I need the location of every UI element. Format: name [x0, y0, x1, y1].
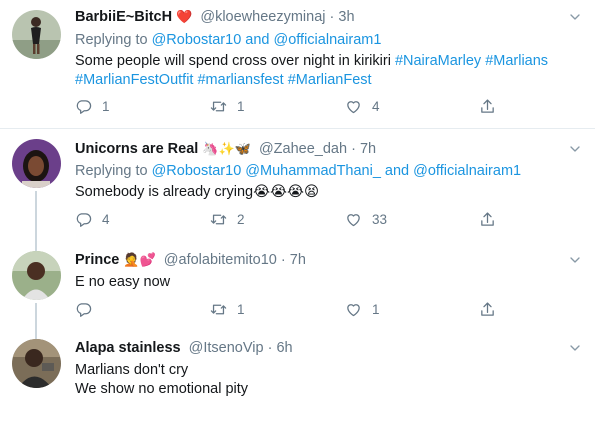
timestamp[interactable]: 7h: [290, 252, 306, 268]
hashtags-line-2[interactable]: #MarlianFestOutfit #marliansfest #Marlia…: [75, 72, 372, 88]
tweet-2[interactable]: Unicorns are Real 🦄✨🦋 @Zahee_dah · 7h Re…: [0, 129, 595, 237]
tweet-text: Marlians don't cry We show no emotional …: [75, 361, 585, 399]
handle[interactable]: @Zahee_dah: [259, 141, 347, 157]
reply-icon: [75, 211, 92, 228]
reply-icon: [75, 98, 92, 115]
retweet-button[interactable]: 1: [210, 97, 245, 115]
tweet-3[interactable]: Prince 🤦💕 @afolabitemito10 · 7h E no eas…: [0, 237, 595, 328]
like-button[interactable]: 4: [345, 97, 380, 115]
tweet-header: Alapa stainless @ItsenoVip · 6h: [75, 339, 293, 357]
display-name[interactable]: Alapa stainless: [75, 340, 181, 356]
caret-down-icon[interactable]: [567, 340, 583, 356]
retweet-icon: [210, 301, 227, 318]
tweet-header: Prince 🤦💕 @afolabitemito10 · 7h: [75, 251, 306, 269]
reply-button[interactable]: 4: [75, 210, 110, 228]
hashtags-line-1[interactable]: #NairaMarley #Marlians: [395, 53, 548, 69]
tweet-text-line-2: We show no emotional pity: [75, 381, 249, 397]
reply-count: 4: [102, 211, 110, 227]
retweet-icon: [210, 211, 227, 228]
like-button[interactable]: 1: [345, 300, 380, 318]
replying-prefix: Replying to: [75, 32, 148, 48]
separator: ·: [329, 9, 335, 25]
tweet-4[interactable]: Alapa stainless @ItsenoVip · 6h Marlians…: [0, 328, 595, 433]
tweet-actions: 1 1: [75, 300, 515, 318]
replying-to: Replying to @Robostar10 and @officialnai…: [75, 31, 381, 49]
retweet-button[interactable]: 2: [210, 210, 245, 228]
tweet-text: Some people will spend cross over night …: [75, 52, 585, 90]
name-emoji: 🤦💕: [123, 252, 156, 267]
tweet-text-line-1: Marlians don't cry: [75, 362, 189, 378]
share-button[interactable]: [479, 97, 496, 115]
thread-line: [35, 191, 37, 237]
like-icon: [345, 211, 362, 228]
like-count: 1: [372, 301, 380, 317]
share-button[interactable]: [479, 300, 496, 318]
tweet-actions: 1 1 4: [75, 97, 515, 115]
timestamp[interactable]: 7h: [360, 141, 376, 157]
replying-to-link[interactable]: @Robostar10 and @officialnairam1: [152, 32, 382, 48]
retweet-button[interactable]: 1: [210, 300, 245, 318]
retweet-count: 1: [237, 301, 245, 317]
retweet-count: 2: [237, 211, 245, 227]
tweet-1[interactable]: BarbiiE~BitcH ❤️ @kloewheezyminaj · 3h R…: [0, 0, 595, 128]
timestamp[interactable]: 6h: [276, 340, 292, 356]
handle[interactable]: @ItsenoVip: [189, 340, 264, 356]
share-button[interactable]: [479, 210, 496, 228]
name-emoji: 🦄✨🦋: [202, 141, 251, 156]
avatar[interactable]: [12, 339, 61, 388]
reply-icon: [75, 301, 92, 318]
caret-down-icon[interactable]: [567, 9, 583, 25]
display-name[interactable]: BarbiiE~BitcH: [75, 9, 172, 25]
like-button[interactable]: 33: [345, 210, 387, 228]
replying-to: Replying to @Robostar10 @MuhammadThani_ …: [75, 162, 521, 180]
replying-to-link[interactable]: @Robostar10 @MuhammadThani_ and @officia…: [152, 163, 522, 179]
reply-count: 1: [102, 98, 110, 114]
tweet-header: BarbiiE~BitcH ❤️ @kloewheezyminaj · 3h: [75, 8, 355, 26]
timestamp[interactable]: 3h: [338, 9, 354, 25]
share-icon: [479, 301, 496, 318]
like-count: 33: [372, 211, 388, 227]
tweet-text-plain: Some people will spend cross over night …: [75, 53, 391, 69]
like-icon: [345, 301, 362, 318]
share-icon: [479, 211, 496, 228]
reply-button[interactable]: 1: [75, 97, 110, 115]
tweet-actions: 4 2 33: [75, 210, 515, 228]
tweet-text: Somebody is already crying😭😭😭😫: [75, 184, 320, 200]
separator: ·: [351, 141, 356, 157]
handle[interactable]: @afolabitemito10: [164, 252, 277, 268]
retweet-icon: [210, 98, 227, 115]
name-emoji: ❤️: [176, 9, 193, 24]
share-icon: [479, 98, 496, 115]
separator: ·: [280, 252, 286, 268]
avatar[interactable]: [12, 10, 61, 59]
thread-line: [35, 303, 37, 328]
reply-button[interactable]: [75, 300, 102, 318]
display-name[interactable]: Prince: [75, 252, 119, 268]
like-icon: [345, 98, 362, 115]
tweet-header: Unicorns are Real 🦄✨🦋 @Zahee_dah · 7h: [75, 140, 376, 158]
replying-prefix: Replying to: [75, 163, 148, 179]
avatar[interactable]: [12, 251, 61, 300]
caret-down-icon[interactable]: [567, 141, 583, 157]
like-count: 4: [372, 98, 380, 114]
tweet-text: E no easy now: [75, 274, 171, 290]
retweet-count: 1: [237, 98, 245, 114]
thread-line: [35, 237, 37, 251]
thread-line: [35, 328, 37, 339]
display-name[interactable]: Unicorns are Real: [75, 141, 198, 157]
handle[interactable]: @kloewheezyminaj: [200, 9, 325, 25]
separator: ·: [267, 340, 273, 356]
caret-down-icon[interactable]: [567, 252, 583, 268]
avatar[interactable]: [12, 139, 61, 188]
